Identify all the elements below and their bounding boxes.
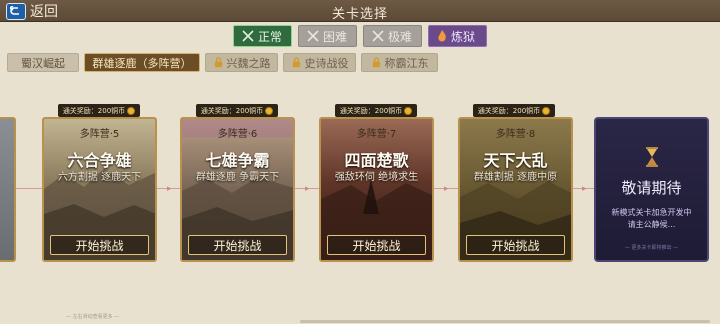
- arrow-right-icon: ▸: [167, 184, 172, 194]
- stage-description: 群雄割据 逐鹿中原: [473, 172, 558, 183]
- difficulty-tabs: 正常 困难 极难 炼狱: [233, 25, 487, 47]
- reward-badge: 通关奖励：200铜币: [196, 104, 278, 117]
- tab-campaign-epic[interactable]: 史诗战役: [283, 53, 356, 72]
- page-title: 关卡选择: [331, 7, 388, 22]
- stage-card-8[interactable]: 多阵营·8 天下大乱 群雄割据 逐鹿中原 开始挑战: [458, 117, 573, 262]
- crossed-swords-icon: [242, 30, 254, 42]
- tab-difficulty-extreme[interactable]: 极难: [363, 25, 422, 47]
- tab-label: 兴魏之路: [226, 56, 271, 70]
- tab-campaign-wu[interactable]: 称霸江东: [361, 53, 438, 72]
- stage-card-7[interactable]: 多阵营·7 四面楚歌 强敌环伺 绝境求生 开始挑战: [319, 117, 434, 262]
- stage-description: 群雄逐鹿 争霸天下: [195, 172, 280, 183]
- lock-icon: [372, 57, 380, 68]
- coming-soon-footer: — 更多关卡即将推出 —: [624, 245, 679, 251]
- stage-subtitle: 多阵营·5: [79, 129, 120, 140]
- tab-campaign-shu[interactable]: 蜀汉崛起: [7, 53, 79, 72]
- tab-label: 困难: [323, 29, 348, 44]
- horizontal-scrollbar[interactable]: [300, 320, 710, 323]
- reward-badge: 通关奖励：200铜币: [335, 104, 417, 117]
- tab-campaign-multi[interactable]: 群雄逐鹿（多阵营）: [84, 53, 200, 72]
- campaign-tabs: 蜀汉崛起 群雄逐鹿（多阵营） 兴魏之路 史诗战役 称霸江东: [7, 53, 438, 72]
- tab-label: 蜀汉崛起: [21, 56, 65, 70]
- lock-icon: [292, 57, 300, 68]
- crossed-swords-icon: [307, 30, 319, 42]
- stage-description: 强敌环伺 绝境求生: [334, 172, 419, 183]
- reward-text: 通关奖励：200铜币: [477, 106, 541, 115]
- start-challenge-button[interactable]: 开始挑战: [327, 235, 426, 255]
- coin-icon: [265, 106, 274, 115]
- stage-card-6[interactable]: 多阵营·6 七雄争霸 群雄逐鹿 争霸天下 开始挑战: [180, 117, 295, 262]
- coming-soon-card: 敬请期待 新模式关卡加急开发中 请主公静候... — 更多关卡即将推出 —: [594, 117, 709, 262]
- tab-label: 称霸江东: [384, 56, 429, 70]
- coin-icon: [404, 106, 413, 115]
- tab-difficulty-normal[interactable]: 正常: [233, 25, 292, 47]
- stage-card-5[interactable]: 多阵营·5 六合争雄 六方割据 逐鹿天下 开始挑战: [42, 117, 157, 262]
- scroll-hint: — 左右滑动查看更多 —: [66, 314, 120, 320]
- tab-difficulty-purgatory[interactable]: 炼狱: [428, 25, 487, 47]
- reward-text: 通关奖励：200铜币: [200, 106, 264, 115]
- reward-text: 通关奖励：200铜币: [339, 106, 403, 115]
- coming-soon-text: 请主公静候...: [627, 220, 676, 229]
- tab-label: 史诗战役: [304, 56, 349, 70]
- arrow-right-icon: ▸: [444, 184, 449, 194]
- tab-campaign-wei[interactable]: 兴魏之路: [205, 53, 278, 72]
- reward-text: 通关奖励：200铜币: [62, 106, 126, 115]
- stage-connector: [16, 188, 42, 189]
- tab-label: 群雄逐鹿（多阵营）: [92, 56, 192, 70]
- lock-icon: [214, 57, 222, 68]
- hourglass-icon: [646, 147, 658, 167]
- stage-subtitle: 多阵营·7: [356, 129, 397, 140]
- tab-label: 极难: [388, 29, 413, 44]
- arrow-right-icon: ▸: [305, 184, 310, 194]
- stage-card-partial[interactable]: [0, 117, 16, 262]
- stage-subtitle: 多阵营·6: [217, 129, 258, 140]
- reward-badge: 通关奖励：200铜币: [473, 104, 555, 117]
- coming-soon-title: 敬请期待: [621, 179, 682, 197]
- stage-description: 六方割据 逐鹿天下: [57, 172, 142, 183]
- reward-badge: 通关奖励：200铜币: [58, 104, 140, 117]
- start-challenge-button[interactable]: 开始挑战: [466, 235, 565, 255]
- coin-icon: [542, 106, 551, 115]
- flame-icon: [438, 30, 446, 42]
- arrow-right-icon: ▸: [582, 184, 587, 194]
- start-challenge-button[interactable]: 开始挑战: [50, 235, 149, 255]
- coin-icon: [127, 106, 136, 115]
- coming-soon-text: 新模式关卡加急开发中: [611, 208, 692, 217]
- tab-difficulty-hard[interactable]: 困难: [298, 25, 357, 47]
- top-bar: 返回 关卡选择: [0, 0, 720, 22]
- tab-label: 正常: [258, 29, 283, 44]
- start-challenge-button[interactable]: 开始挑战: [188, 235, 287, 255]
- crossed-swords-icon: [372, 30, 384, 42]
- stage-subtitle: 多阵营·8: [495, 129, 536, 140]
- tab-label: 炼狱: [451, 29, 476, 44]
